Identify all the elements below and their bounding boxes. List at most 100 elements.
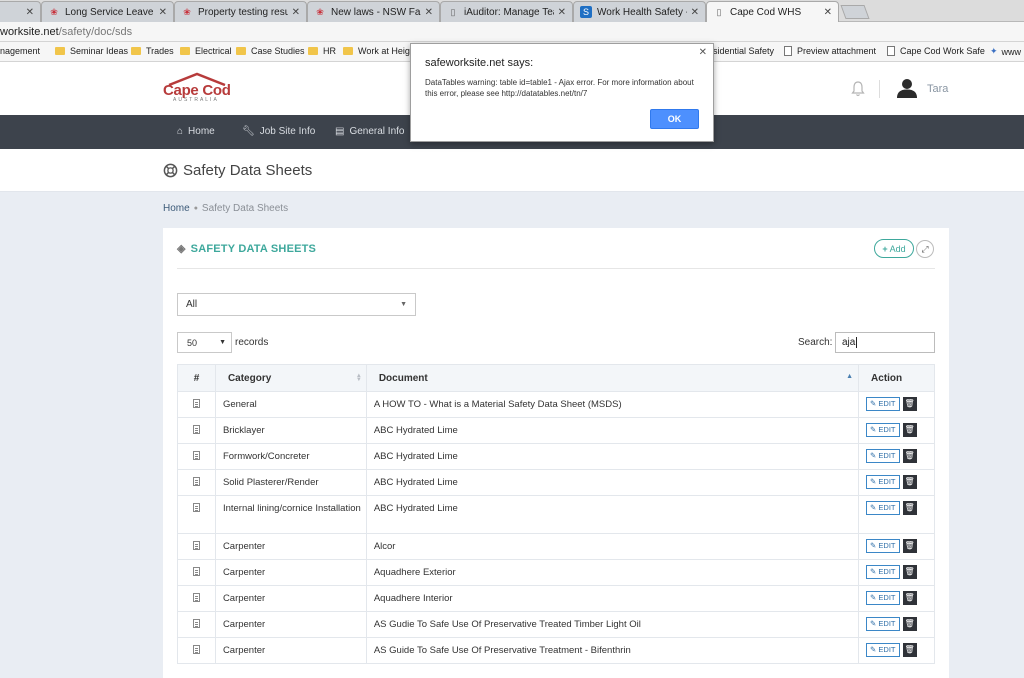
browser-tab[interactable]: ▯ iAuditor: Manage Teams ✕ (440, 1, 573, 22)
edit-button[interactable]: ✎ EDIT (866, 397, 900, 411)
document-icon (192, 645, 200, 654)
close-icon[interactable]: ✕ (699, 47, 707, 58)
document-cell[interactable]: AS Guide To Safe Use Of Preservative Tre… (365, 637, 860, 664)
browser-tab[interactable]: ❀ Long Service Leave - A gu ✕ (41, 1, 174, 22)
close-icon[interactable]: ✕ (159, 7, 167, 18)
trash-icon[interactable]: 🗑︎ (902, 617, 917, 631)
company-logo[interactable]: Cape Cod AUSTRALIA (163, 72, 233, 104)
nsw-gov-icon: ❀ (50, 6, 58, 17)
sds-card: ◈ SAFETY DATA SHEETS + Add ⤢ All ▼ 50 ▼ … (163, 228, 949, 678)
nav-item-general-info[interactable]: ▤ General Info (335, 126, 405, 137)
edit-button[interactable]: ✎ EDIT (866, 643, 900, 657)
add-button[interactable]: + Add (874, 239, 914, 258)
edit-button[interactable]: ✎ EDIT (866, 423, 900, 437)
close-icon[interactable]: ✕ (558, 7, 566, 18)
chevron-down-icon: ▼ (219, 339, 226, 346)
pencil-icon: ✎ (870, 645, 877, 654)
trash-icon[interactable]: 🗑︎ (902, 565, 917, 579)
user-name[interactable]: Tara (927, 83, 948, 95)
edit-button[interactable]: ✎ EDIT (866, 565, 900, 579)
document-cell[interactable]: AS Gudie To Safe Use Of Preservative Tre… (365, 611, 860, 638)
edit-button[interactable]: ✎ EDIT (866, 617, 900, 631)
bookmark-item[interactable]: Preview attachment (784, 46, 876, 56)
filter-value: All (186, 299, 198, 310)
document-cell[interactable]: ABC Hydrated Lime (365, 443, 860, 470)
trash-icon[interactable]: 🗑︎ (902, 501, 917, 515)
document-cell[interactable]: ABC Hydrated Lime (365, 417, 860, 444)
action-cell: ✎ EDIT 🗑︎ (858, 417, 935, 444)
edit-button[interactable]: ✎ EDIT (866, 449, 900, 463)
action-cell: ✎ EDIT 🗑︎ (858, 391, 935, 418)
document-cell[interactable]: Aquadhere Exterior (365, 559, 860, 586)
document-cell[interactable]: Aquadhere Interior (365, 585, 860, 612)
close-icon[interactable]: ✕ (292, 7, 300, 18)
trash-icon[interactable]: 🗑︎ (902, 397, 917, 411)
trash-icon[interactable]: 🗑︎ (902, 643, 917, 657)
trash-icon[interactable]: 🗑︎ (902, 449, 917, 463)
tab-title: New laws - NSW Fair Trad (331, 6, 421, 18)
bell-icon[interactable] (851, 81, 865, 97)
ok-button[interactable]: OK (650, 109, 699, 129)
column-header-action: Action (858, 364, 935, 392)
bookmark-folder[interactable]: Trades (131, 46, 174, 56)
home-icon: ⌂ (177, 126, 184, 137)
action-cell: ✎ EDIT 🗑︎ (858, 559, 935, 586)
edit-button[interactable]: ✎ EDIT (866, 591, 900, 605)
edit-button[interactable]: ✎ EDIT (866, 539, 900, 553)
search-input[interactable]: aja (835, 332, 935, 353)
close-icon[interactable]: ✕ (691, 7, 699, 18)
breadcrumb-home[interactable]: Home (163, 203, 190, 214)
nav-item-home[interactable]: ⌂ Home (177, 126, 215, 137)
close-icon[interactable]: ✕ (425, 7, 433, 18)
page-length-select[interactable]: 50 ▼ (177, 332, 232, 353)
bookmark-folder[interactable]: HR (308, 46, 336, 56)
close-icon[interactable]: ✕ (26, 7, 34, 18)
nav-label: General Info (349, 126, 405, 137)
bookmark-item[interactable]: esidential Safety (708, 46, 774, 56)
breadcrumb-current: Safety Data Sheets (201, 203, 289, 214)
document-cell[interactable]: ABC Hydrated Lime (365, 469, 860, 496)
browser-tab[interactable]: ✕ (0, 1, 41, 22)
document-cell[interactable]: Alcor (365, 533, 860, 560)
browser-tab-active[interactable]: ▯ Cape Cod WHS ✕ (706, 1, 839, 23)
category-cell: Carpenter (214, 533, 367, 560)
edit-button[interactable]: ✎ EDIT (866, 475, 900, 489)
browser-tab[interactable]: ❀ Property testing results - ✕ (174, 1, 307, 22)
document-cell[interactable]: A HOW TO - What is a Material Safety Dat… (365, 391, 860, 418)
bookmark-item[interactable]: Cape Cod Work Safe (887, 46, 985, 56)
table-row: Carpenter Aquadhere Interior ✎ EDIT 🗑︎ (177, 585, 935, 612)
new-tab-button[interactable] (840, 5, 870, 19)
folder-icon (343, 47, 353, 55)
table-header-row: # Category ▲ ▼ Document ▲ Action (177, 364, 935, 392)
close-icon[interactable]: ✕ (824, 7, 832, 18)
browser-tab[interactable]: ❀ New laws - NSW Fair Trad ✕ (307, 1, 440, 22)
page-title-text: Safety Data Sheets (183, 162, 313, 179)
address-bar[interactable]: worksite.net/safety/doc/sds (0, 22, 1024, 42)
bookmark-folder[interactable]: Electrical (180, 46, 232, 56)
category-filter-select[interactable]: All ▼ (177, 293, 416, 316)
breadcrumb: Home ● Safety Data Sheets (163, 203, 288, 214)
nav-item-job-site-info[interactable]: 🔧︎ Job Site Info (242, 126, 315, 137)
edit-button[interactable]: ✎ EDIT (866, 501, 900, 515)
browser-tab[interactable]: S Work Health Safety - All ✕ (573, 1, 706, 22)
document-cell[interactable]: ABC Hydrated Lime (365, 495, 860, 534)
column-header-document[interactable]: Document ▲ (365, 364, 860, 392)
bookmark-folder[interactable]: Seminar Ideas (55, 46, 128, 56)
pencil-icon: ✎ (870, 503, 877, 512)
action-cell: ✎ EDIT 🗑︎ (858, 443, 935, 470)
row-doc-cell (177, 533, 216, 560)
trash-icon[interactable]: 🗑︎ (902, 539, 917, 553)
action-cell: ✎ EDIT 🗑︎ (858, 469, 935, 496)
bookmark-folder[interactable]: Case Studies (236, 46, 305, 56)
bookmark-item[interactable]: ✦ www (990, 46, 1021, 57)
trash-icon[interactable]: 🗑︎ (902, 591, 917, 605)
bookmark-label: Electrical (195, 46, 232, 56)
bookmark-item[interactable]: nagement (0, 46, 40, 56)
pencil-icon: ✎ (870, 567, 877, 576)
user-avatar-icon[interactable] (896, 78, 918, 98)
column-header-category[interactable]: Category ▲ ▼ (214, 364, 367, 392)
expand-icon[interactable]: ⤢ (916, 240, 934, 258)
trash-icon[interactable]: 🗑︎ (902, 423, 917, 437)
trash-icon[interactable]: 🗑︎ (902, 475, 917, 489)
bookmark-folder[interactable]: Work at Heigh (343, 46, 415, 56)
